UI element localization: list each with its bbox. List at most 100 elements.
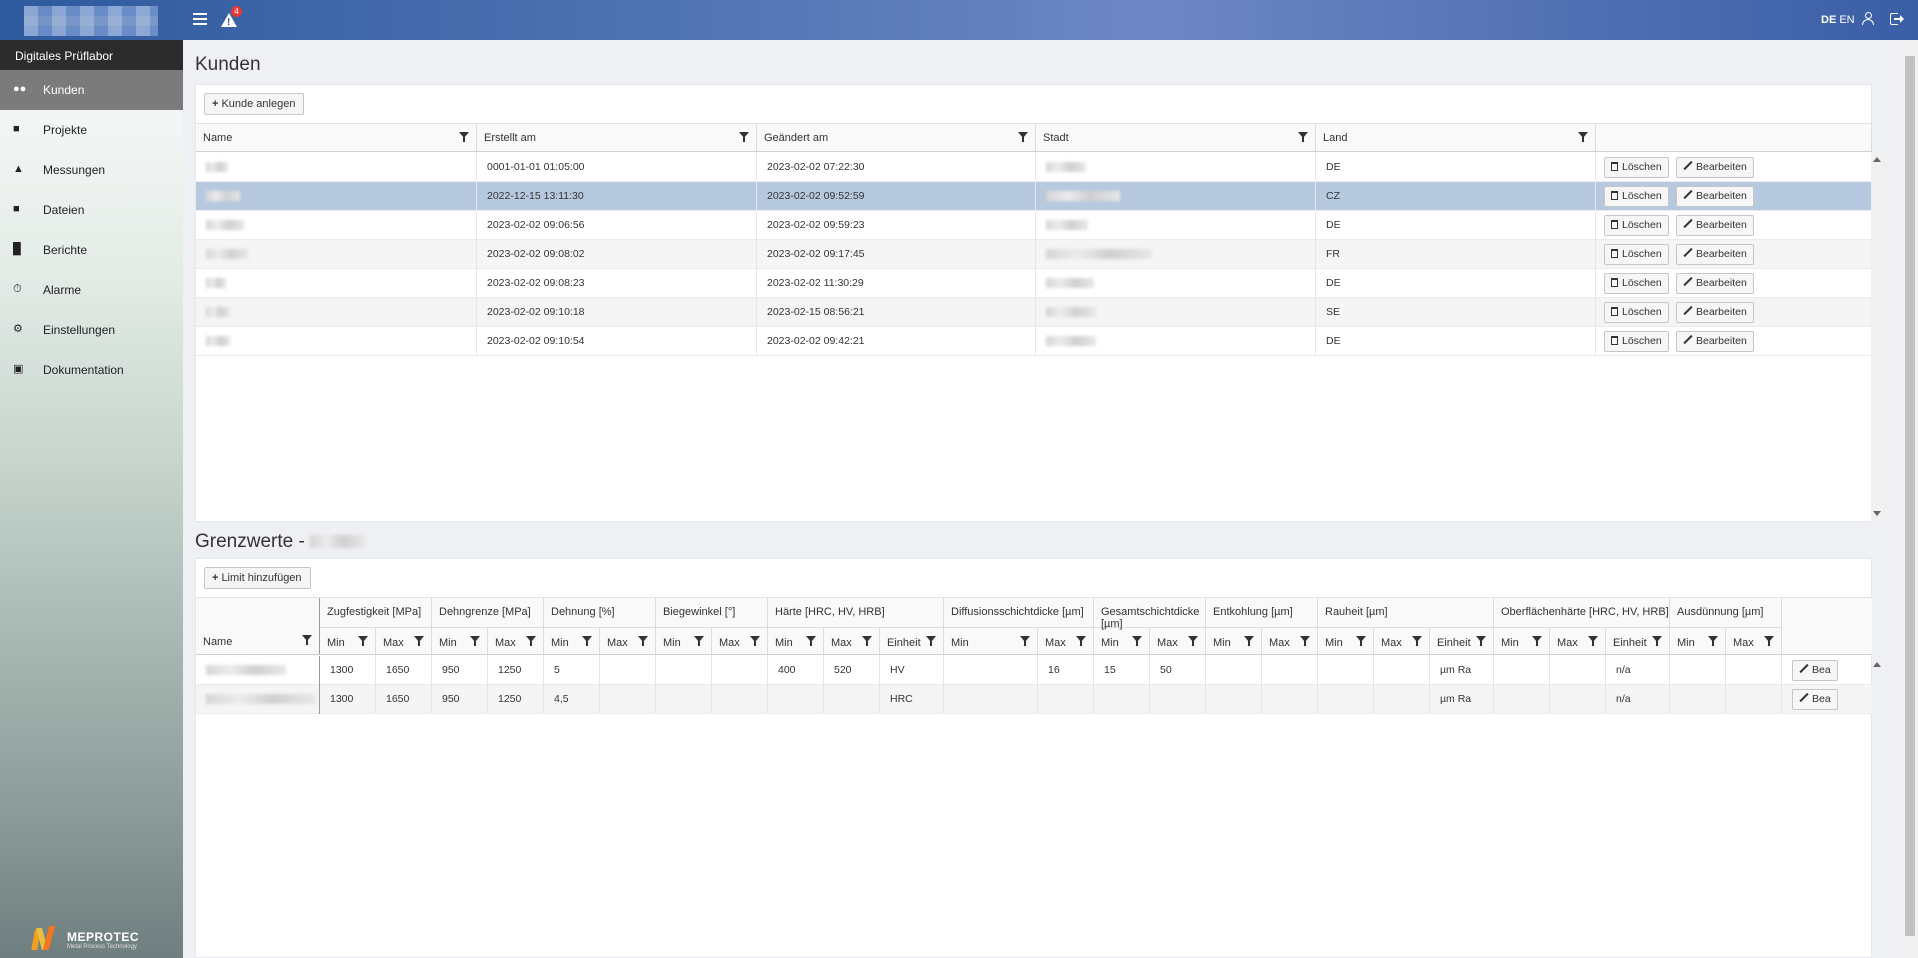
column-filter-icon[interactable]	[1578, 132, 1588, 142]
sub-column-header[interactable]: Min	[320, 627, 376, 656]
column-filter-icon[interactable]	[806, 636, 816, 646]
menu-toggle-icon[interactable]	[193, 13, 207, 25]
column-filter-icon[interactable]	[926, 636, 936, 646]
table-row[interactable]: 2023-02-02 09:08:23 2023-02-02 11:30:29 DE…	[196, 269, 1872, 298]
sub-column-header[interactable]: Min	[432, 627, 488, 656]
column-filter-icon[interactable]	[1652, 636, 1662, 646]
page-scrollbar[interactable]	[1902, 40, 1918, 958]
table-row[interactable]: 2023-02-02 09:10:18 2023-02-15 08:56:21 SE…	[196, 298, 1872, 327]
sidebar-item-dokumentation[interactable]: ▣ Dokumentation	[0, 350, 183, 390]
column-filter-icon[interactable]	[470, 636, 480, 646]
sidebar-item-dateien[interactable]: ■ Dateien	[0, 190, 183, 230]
lang-de-link[interactable]: DE	[1821, 14, 1836, 26]
column-filter-icon[interactable]	[1020, 636, 1030, 646]
delete-button[interactable]: Löschen	[1604, 244, 1669, 265]
sub-column-header[interactable]: Einheit	[1430, 627, 1494, 656]
column-filter-icon[interactable]	[582, 636, 592, 646]
user-icon[interactable]	[1862, 12, 1874, 26]
scroll-up-icon[interactable]	[1873, 157, 1881, 162]
table-row[interactable]: 2023-02-02 09:10:54 2023-02-02 09:42:21 DE…	[196, 327, 1872, 356]
sub-column-header[interactable]: Min	[1318, 627, 1374, 656]
edit-button[interactable]: Bearbeiten	[1676, 186, 1754, 207]
sub-column-header[interactable]: Max	[1550, 627, 1606, 656]
sidebar-item-kunden[interactable]: ●● Kunden	[0, 70, 183, 110]
column-filter-icon[interactable]	[302, 635, 312, 645]
sidebar-item-messungen[interactable]: ▲ Messungen	[0, 150, 183, 190]
table-row[interactable]: 2023-02-02 09:08:02 2023-02-02 09:17:45 FR…	[196, 240, 1872, 269]
delete-button[interactable]: Löschen	[1604, 273, 1669, 294]
page-scroll-thumb[interactable]	[1905, 56, 1915, 936]
column-filter-icon[interactable]	[694, 636, 704, 646]
lang-en-link[interactable]: EN	[1839, 14, 1854, 26]
column-filter-icon[interactable]	[1412, 636, 1422, 646]
table-row[interactable]: 2023-02-02 09:06:56 2023-02-02 09:59:23 DE…	[196, 211, 1872, 240]
edit-button[interactable]: Bearbeiten	[1676, 302, 1754, 323]
delete-button[interactable]: Löschen	[1604, 157, 1669, 178]
sub-column-header[interactable]: Max	[824, 627, 880, 656]
delete-button[interactable]: Löschen	[1604, 186, 1669, 207]
delete-button[interactable]: Löschen	[1604, 215, 1669, 236]
scroll-down-icon[interactable]	[1873, 511, 1881, 516]
table-row[interactable]: 2022-12-15 13:11:30 2023-02-02 09:52:59 CZ…	[196, 182, 1872, 211]
column-filter-icon[interactable]	[1076, 636, 1086, 646]
sub-column-header[interactable]: Max	[600, 627, 656, 656]
column-filter-icon[interactable]	[1532, 636, 1542, 646]
table-row[interactable]: 0001-01-01 01:05:00 2023-02-02 07:22:30 DE…	[196, 153, 1872, 182]
sub-column-header[interactable]: Max	[488, 627, 544, 656]
column-filter-icon[interactable]	[739, 132, 749, 142]
column-filter-icon[interactable]	[1764, 636, 1774, 646]
sub-column-header[interactable]: Max	[1262, 627, 1318, 656]
sub-column-header[interactable]: Min	[1494, 627, 1550, 656]
sidebar-item-berichte[interactable]: █ Berichte	[0, 230, 183, 270]
column-filter-icon[interactable]	[1018, 132, 1028, 142]
alert-warning-icon[interactable]: ! 4	[219, 6, 242, 30]
sub-column-header[interactable]: Min	[544, 627, 600, 656]
sub-column-header[interactable]: Min	[656, 627, 712, 656]
sub-column-header[interactable]: Min	[1670, 627, 1726, 656]
column-filter-icon[interactable]	[1244, 636, 1254, 646]
sub-column-header[interactable]: Max	[712, 627, 768, 656]
column-filter-icon[interactable]	[1298, 132, 1308, 142]
add-customer-button[interactable]: + Kunde anlegen	[204, 93, 305, 115]
table-row[interactable]: 1300 1650 950 1250 5 400 520 HV 16 15 50 µm Ra n/a Be…	[196, 656, 1872, 685]
sidebar-item-einstellungen[interactable]: ⚙ Einstellungen	[0, 310, 183, 350]
column-filter-icon[interactable]	[1300, 636, 1310, 646]
column-filter-icon[interactable]	[1476, 636, 1486, 646]
column-filter-icon[interactable]	[638, 636, 648, 646]
sub-column-header[interactable]: Einheit	[880, 627, 944, 656]
edit-button[interactable]: Bearbeiten	[1676, 157, 1754, 178]
column-filter-icon[interactable]	[358, 636, 368, 646]
limits-scrollbar[interactable]	[1871, 656, 1883, 716]
column-filter-icon[interactable]	[1356, 636, 1366, 646]
column-filter-icon[interactable]	[526, 636, 536, 646]
edit-button[interactable]: Bearbeiten	[1676, 244, 1754, 265]
column-header[interactable]: Geändert am	[757, 124, 1036, 151]
logout-icon[interactable]	[1890, 13, 1904, 25]
delete-button[interactable]: Löschen	[1604, 302, 1669, 323]
sub-column-header[interactable]: Min	[944, 627, 1038, 656]
sub-column-header[interactable]: Max	[1374, 627, 1430, 656]
column-filter-icon[interactable]	[1588, 636, 1598, 646]
customers-scrollbar[interactable]	[1871, 153, 1883, 523]
column-header-name[interactable]: Name	[196, 598, 320, 654]
column-header[interactable]: Name	[196, 124, 477, 151]
sub-column-header[interactable]: Einheit	[1606, 627, 1670, 656]
edit-limit-button[interactable]: Bea	[1792, 660, 1838, 681]
sub-column-header[interactable]: Min	[1206, 627, 1262, 656]
sub-column-header[interactable]: Max	[1038, 627, 1094, 656]
table-row[interactable]: 1300 1650 950 1250 4,5 HRC µm Ra n/a Bea	[196, 685, 1872, 714]
edit-button[interactable]: Bearbeiten	[1676, 331, 1754, 352]
column-filter-icon[interactable]	[1132, 636, 1142, 646]
sub-column-header[interactable]: Max	[1726, 627, 1782, 656]
sub-column-header[interactable]: Min	[1094, 627, 1150, 656]
delete-button[interactable]: Löschen	[1604, 331, 1669, 352]
column-filter-icon[interactable]	[862, 636, 872, 646]
add-limit-button[interactable]: + Limit hinzufügen	[204, 567, 311, 589]
column-filter-icon[interactable]	[1708, 636, 1718, 646]
column-header[interactable]: Erstellt am	[477, 124, 757, 151]
sub-column-header[interactable]: Max	[1150, 627, 1206, 656]
column-filter-icon[interactable]	[1188, 636, 1198, 646]
sub-column-header[interactable]: Max	[376, 627, 432, 656]
edit-button[interactable]: Bearbeiten	[1676, 273, 1754, 294]
column-filter-icon[interactable]	[750, 636, 760, 646]
